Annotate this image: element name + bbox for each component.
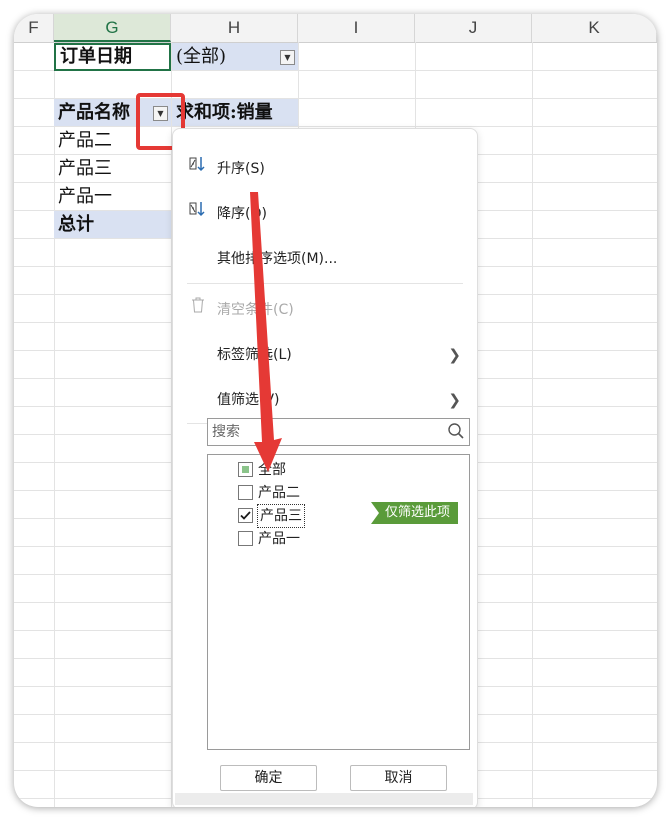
sort-descending-item[interactable]: 降序(O) bbox=[173, 198, 477, 230]
value-filter-label: 值筛选(V) bbox=[217, 392, 280, 408]
pivot-row-cell[interactable]: 产品一 bbox=[54, 183, 171, 210]
spreadsheet: F G H I J K 订单日期 (全部) ▼ 产品名称 求和项:销量 ▼ 产品… bbox=[14, 14, 657, 807]
column-header-j[interactable]: J bbox=[415, 14, 532, 42]
trash-icon bbox=[187, 294, 209, 326]
sort-descending-label: 降序(O) bbox=[217, 206, 267, 222]
label-filter-label: 标签筛选(L) bbox=[217, 347, 292, 363]
pivot-row-cell[interactable]: 产品三 bbox=[54, 155, 171, 182]
more-sort-options-item[interactable]: 其他排序选项(M)... bbox=[173, 243, 477, 275]
checkbox-unchecked[interactable] bbox=[238, 485, 253, 500]
clear-filter-item[interactable]: 清空条件(C) bbox=[173, 294, 477, 326]
order-date-dropdown-button[interactable]: ▼ bbox=[280, 50, 295, 65]
menu-divider bbox=[187, 283, 463, 284]
column-header-g[interactable]: G bbox=[54, 14, 171, 42]
column-header-f[interactable]: F bbox=[14, 14, 54, 42]
chevron-right-icon: ❯ bbox=[448, 391, 461, 409]
sort-ascending-item[interactable]: 升序(S) bbox=[173, 153, 477, 185]
search-icon[interactable] bbox=[447, 422, 465, 440]
chevron-right-icon: ❯ bbox=[448, 346, 461, 364]
label-filter-item[interactable]: 标签筛选(L) ❯ bbox=[173, 339, 477, 371]
order-date-label-cell[interactable]: 订单日期 bbox=[54, 43, 171, 71]
filter-search-input[interactable]: 搜索 bbox=[207, 418, 470, 446]
cancel-button[interactable]: 取消 bbox=[350, 765, 447, 791]
checkbox-checked[interactable] bbox=[238, 508, 253, 523]
filter-item-label: 产品一 bbox=[258, 531, 300, 547]
grand-total-cell[interactable]: 总计 bbox=[54, 211, 171, 238]
sort-ascending-label: 升序(S) bbox=[217, 161, 265, 177]
ok-button[interactable]: 确定 bbox=[220, 765, 317, 791]
filter-item-label: 全部 bbox=[258, 462, 286, 478]
panel-footer-bar bbox=[175, 793, 473, 805]
column-header-i[interactable]: I bbox=[298, 14, 415, 42]
column-header-row: F G H I J K bbox=[14, 14, 657, 43]
clear-filter-label: 清空条件(C) bbox=[217, 302, 294, 318]
grid-line bbox=[532, 42, 533, 807]
filter-item-list[interactable]: 全部 产品二 产品三 产品一 bbox=[207, 454, 470, 750]
only-filter-this-button[interactable]: 仅筛选此项 bbox=[371, 502, 459, 524]
search-placeholder: 搜索 bbox=[212, 424, 240, 440]
value-filter-item[interactable]: 值筛选(V) ❯ bbox=[173, 384, 477, 416]
checkbox-unchecked[interactable] bbox=[238, 531, 253, 546]
checkbox-partial[interactable] bbox=[238, 462, 253, 477]
more-sort-options-label: 其他排序选项(M)... bbox=[217, 251, 338, 267]
filter-dropdown-panel: 升序(S) 降序(O) 其他排序选项(M)... 清空条件(C) 标签筛选(L) bbox=[172, 128, 478, 807]
sort-ascending-icon bbox=[187, 153, 209, 185]
sort-descending-icon bbox=[187, 198, 209, 230]
filter-item-label: 产品三 bbox=[257, 504, 305, 528]
screenshot-frame: F G H I J K 订单日期 (全部) ▼ 产品名称 求和项:销量 ▼ 产品… bbox=[14, 14, 657, 807]
filter-item-label: 产品二 bbox=[258, 485, 300, 501]
column-header-h[interactable]: H bbox=[171, 14, 298, 42]
column-header-k[interactable]: K bbox=[532, 14, 657, 42]
sum-field-header-cell[interactable]: 求和项:销量 bbox=[172, 99, 298, 126]
